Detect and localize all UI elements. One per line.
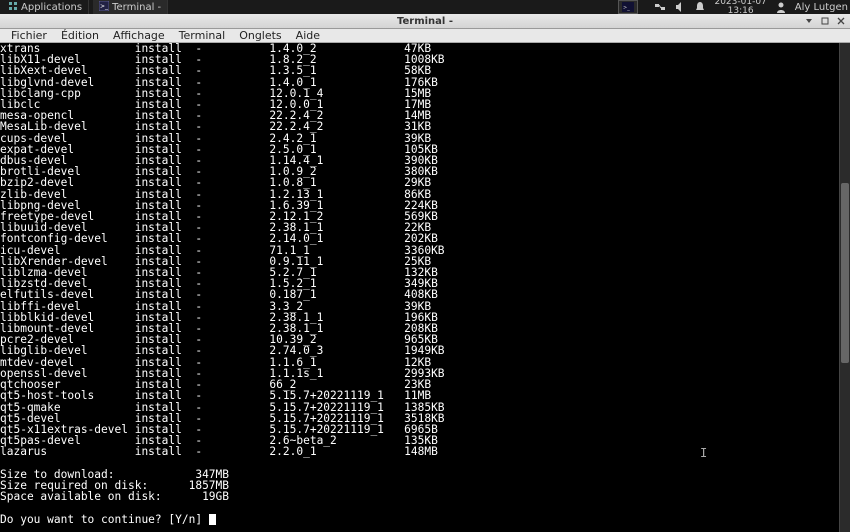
prompt-cursor bbox=[209, 514, 216, 525]
minimize-button[interactable] bbox=[802, 15, 816, 27]
text-cursor-icon: I bbox=[700, 446, 707, 460]
maximize-button[interactable] bbox=[818, 15, 832, 27]
applications-label: Applications bbox=[21, 2, 82, 13]
svg-text:>_: >_ bbox=[623, 5, 630, 11]
menu-onglets[interactable]: Onglets bbox=[232, 29, 288, 42]
scrollbar-thumb[interactable] bbox=[841, 183, 849, 363]
network-icon[interactable] bbox=[654, 1, 666, 13]
terminal-output[interactable]: xtrans install - 1.4.0_2 47KB libX11-dev… bbox=[0, 43, 838, 532]
audio-icon[interactable] bbox=[674, 1, 686, 13]
applications-menu[interactable]: Applications bbox=[2, 0, 89, 14]
user-label[interactable]: Aly Lutgen bbox=[795, 2, 848, 13]
menu-edition[interactable]: Édition bbox=[54, 29, 106, 42]
window-titlebar[interactable]: Terminal - bbox=[0, 14, 850, 29]
taskbar-terminal[interactable]: >_ Terminal - bbox=[93, 0, 168, 14]
menu-terminal[interactable]: Terminal bbox=[172, 29, 233, 42]
user-avatar[interactable] bbox=[775, 1, 787, 13]
menu-fichier[interactable]: Fichier bbox=[4, 29, 54, 42]
svg-text:>_: >_ bbox=[100, 3, 109, 10]
apps-icon bbox=[8, 1, 18, 14]
close-button[interactable] bbox=[834, 15, 848, 27]
terminal-icon: >_ bbox=[99, 1, 109, 14]
system-panel: Applications >_ Terminal - >_ 2023-01-07… bbox=[0, 0, 850, 14]
taskbar-window-preview[interactable]: >_ bbox=[618, 0, 638, 14]
menu-affichage[interactable]: Affichage bbox=[106, 29, 172, 42]
menu-aide[interactable]: Aide bbox=[289, 29, 327, 42]
notification-icon[interactable] bbox=[694, 1, 706, 13]
taskbar-label: Terminal - bbox=[112, 2, 161, 13]
menubar: Fichier Édition Affichage Terminal Ongle… bbox=[0, 29, 850, 43]
scrollbar[interactable] bbox=[839, 43, 850, 532]
window-title: Terminal - bbox=[0, 16, 850, 27]
